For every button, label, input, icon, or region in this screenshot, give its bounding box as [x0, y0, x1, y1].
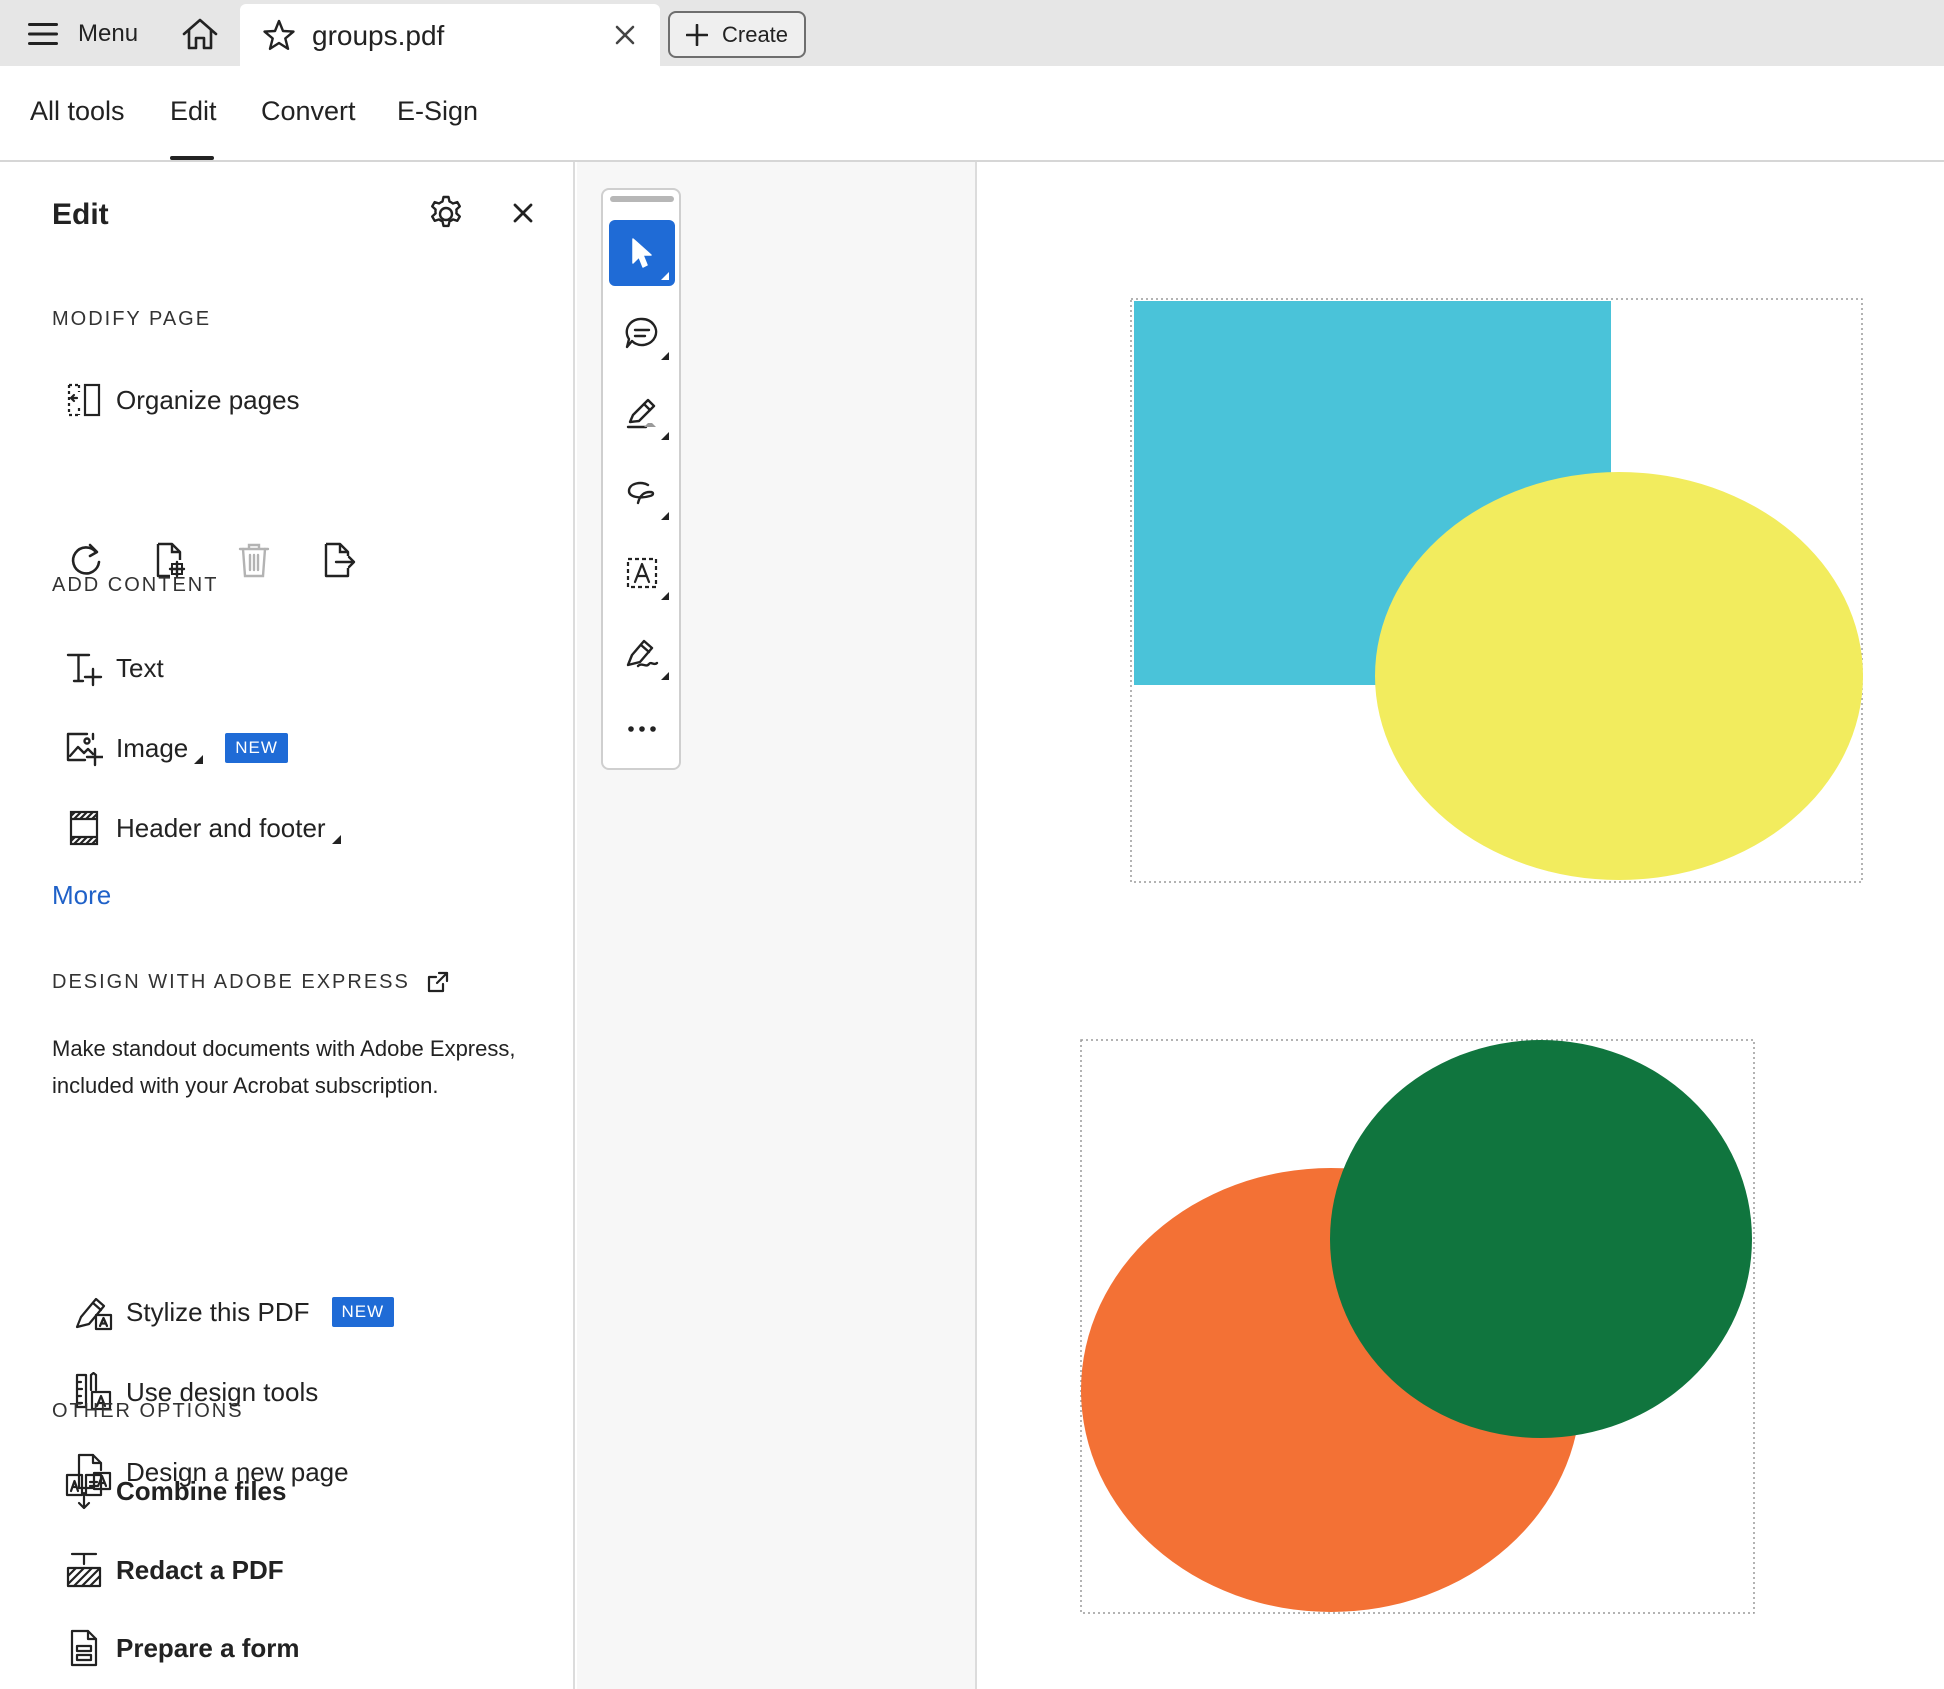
active-tab-indicator	[170, 156, 214, 160]
shape-group-2[interactable]	[1080, 1039, 1755, 1614]
select-tool-button[interactable]	[609, 220, 675, 286]
prepare-form-item[interactable]: Prepare a form	[64, 1628, 300, 1668]
stylize-pdf-item[interactable]: Stylize this PDF NEW	[74, 1292, 395, 1332]
document-viewport[interactable]	[979, 162, 1944, 1689]
select-icon	[632, 238, 652, 268]
add-text-item[interactable]: Text	[64, 648, 164, 688]
combine-files-item[interactable]: Combine files	[64, 1471, 286, 1511]
redact-icon	[64, 1550, 104, 1590]
organize-pages-icon	[64, 380, 104, 420]
prepare-form-icon	[64, 1628, 104, 1668]
organize-pages-item[interactable]: Organize pages	[64, 380, 300, 420]
toolbar-drag-handle[interactable]	[610, 196, 674, 202]
tab-edit[interactable]: Edit	[170, 96, 217, 127]
header-footer-label: Header and footer	[116, 812, 326, 843]
add-text-icon	[64, 648, 104, 688]
design-heading-row: DESIGN WITH ADOBE EXPRESS	[52, 970, 450, 994]
pdf-page	[1080, 298, 1863, 1614]
document-tab[interactable]: groups.pdf	[240, 4, 660, 66]
create-button[interactable]: Create	[668, 11, 806, 58]
redact-pdf-item[interactable]: Redact a PDF	[64, 1550, 284, 1590]
close-tab-icon[interactable]	[612, 22, 638, 48]
prepare-form-label: Prepare a form	[116, 1632, 300, 1663]
shape-group-1[interactable]	[1130, 298, 1863, 883]
comment-icon	[625, 317, 658, 349]
draw-icon	[627, 481, 655, 505]
extract-page-icon[interactable]	[318, 540, 358, 580]
more-icon	[628, 726, 656, 732]
combine-files-icon	[64, 1471, 104, 1511]
design-heading: DESIGN WITH ADOBE EXPRESS	[52, 970, 410, 993]
add-content-heading: ADD CONTENT	[52, 574, 219, 596]
stylize-new-badge: NEW	[331, 1297, 395, 1327]
edit-panel: Edit MODIFY PAGE Organize pages ADD CONT…	[0, 162, 575, 1689]
stylize-pdf-label: Stylize this PDF	[126, 1296, 310, 1327]
home-icon	[182, 18, 218, 50]
header-footer-item[interactable]: Header and footer	[64, 808, 341, 848]
organize-pages-label: Organize pages	[116, 384, 300, 415]
external-link-icon[interactable]	[426, 970, 450, 994]
image-dropdown-indicator[interactable]	[194, 755, 204, 764]
create-label: Create	[722, 21, 789, 47]
draw-tool-button[interactable]	[609, 460, 675, 526]
close-panel-icon[interactable]	[510, 200, 536, 226]
more-tools-button[interactable]	[609, 696, 675, 762]
header-footer-icon	[64, 808, 104, 848]
panel-title: Edit	[52, 198, 109, 231]
gear-icon[interactable]	[426, 194, 466, 234]
quick-toolbar	[601, 188, 681, 770]
other-options-heading: OTHER OPTIONS	[52, 1400, 244, 1422]
star-icon[interactable]	[262, 18, 296, 52]
yellow-ellipse[interactable]	[1375, 472, 1863, 880]
tab-title: groups.pdf	[312, 20, 445, 51]
green-ellipse[interactable]	[1330, 1040, 1752, 1438]
modify-page-heading: MODIFY PAGE	[52, 308, 212, 330]
text-recognize-tool-button[interactable]	[609, 540, 675, 606]
highlight-tool-button[interactable]	[609, 380, 675, 446]
hamburger-icon	[28, 23, 58, 45]
add-image-item[interactable]: Image NEW	[64, 728, 288, 768]
add-text-label: Text	[116, 652, 164, 683]
image-new-badge: NEW	[225, 733, 288, 763]
quick-tools-strip	[577, 162, 977, 1689]
redact-pdf-label: Redact a PDF	[116, 1554, 284, 1585]
sign-icon	[626, 639, 659, 668]
highlight-icon	[626, 398, 656, 429]
add-image-icon	[64, 728, 104, 768]
plus-icon	[686, 23, 708, 46]
comment-tool-button[interactable]	[609, 300, 675, 366]
header-footer-dropdown-indicator[interactable]	[331, 835, 341, 844]
menu-button[interactable]: Menu	[28, 14, 138, 54]
tab-e-sign[interactable]: E-Sign	[397, 96, 478, 127]
sign-tool-button[interactable]	[609, 620, 675, 686]
tool-nav: All tools Edit Convert E-Sign	[0, 66, 1944, 162]
combine-files-label: Combine files	[116, 1475, 287, 1506]
menu-label: Menu	[78, 20, 139, 47]
top-bar: Menu groups.pdf Create	[0, 0, 1944, 66]
text-recognize-icon	[626, 557, 658, 589]
tab-all-tools[interactable]: All tools	[30, 96, 125, 127]
home-button[interactable]	[178, 14, 222, 54]
tab-convert[interactable]: Convert	[261, 96, 356, 127]
add-image-label: Image	[116, 732, 189, 763]
stylize-pdf-icon	[74, 1292, 114, 1332]
design-description: Make standout documents with Adobe Expre…	[52, 1036, 516, 1098]
delete-icon[interactable]	[234, 540, 274, 580]
more-link[interactable]: More	[52, 880, 111, 911]
